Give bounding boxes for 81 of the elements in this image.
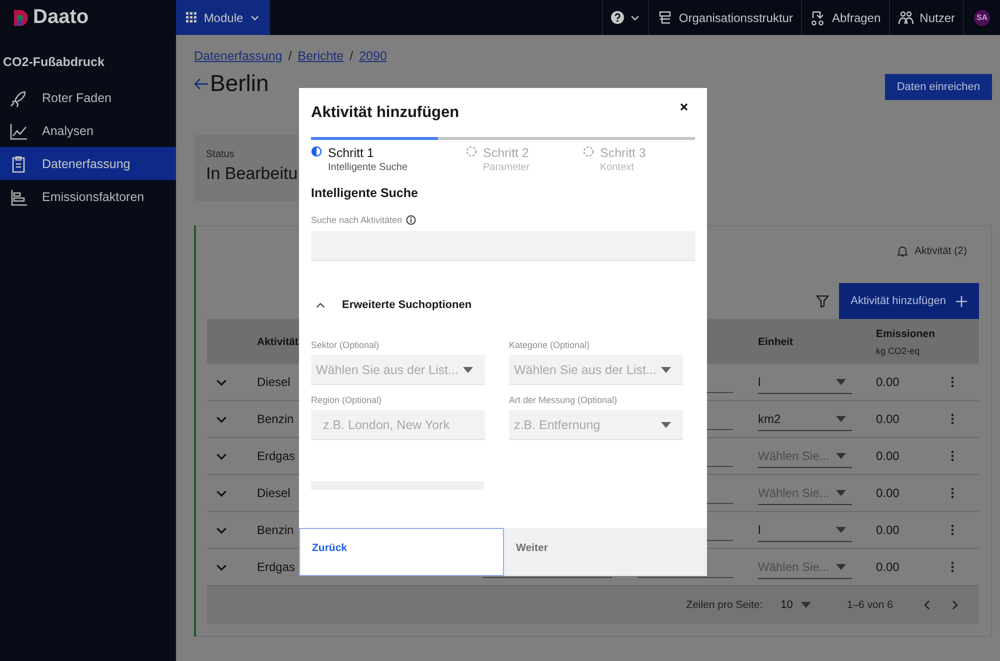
- nav-link[interactable]: Abfragen: [800, 0, 889, 35]
- unit-select[interactable]: l: [758, 518, 852, 542]
- field-label: Art der Messung (Optional): [509, 395, 618, 405]
- table-cell: Erdgas: [257, 449, 296, 463]
- table-cell: Benzin: [257, 412, 294, 426]
- sidebar-item[interactable]: Emissionsfaktoren: [0, 180, 176, 213]
- progress-step[interactable]: Schritt 2 Parameter: [466, 146, 530, 173]
- column-header: Aktivität: [257, 336, 298, 348]
- logo-text: Daato: [33, 6, 89, 29]
- table-cell-text: 0.00: [876, 560, 900, 574]
- caret-icon: [800, 602, 811, 608]
- user-avatar[interactable]: SA: [974, 10, 990, 26]
- sidebar-item[interactable]: Roter Faden: [0, 81, 176, 114]
- rows-per-page-select[interactable]: 10: [774, 598, 817, 612]
- status-label: Status: [206, 149, 234, 160]
- dialog-button[interactable]: Zurück: [299, 528, 504, 576]
- field-label: Region (Optional): [311, 395, 383, 405]
- plus-icon: [956, 296, 967, 306]
- users-icon: [898, 10, 914, 26]
- page-title: Berlin: [210, 70, 269, 97]
- breadcrumb-separator: /: [288, 48, 292, 62]
- column-header: Einheit: [758, 336, 794, 348]
- table-cell-text: 0.00: [876, 486, 900, 500]
- activity-notifications[interactable]: Aktivität (2): [914, 245, 967, 257]
- unit-select[interactable]: km2: [758, 407, 852, 431]
- breadcrumb-link[interactable]: Datenerfassung: [194, 48, 282, 62]
- table-cell: Benzin: [257, 523, 294, 537]
- table-cell-text: 0.00: [876, 412, 900, 426]
- field-label: Kategorie (Optional): [509, 340, 591, 350]
- hierarchy-icon: [656, 10, 673, 26]
- table-cell-text: 0.00: [876, 375, 900, 389]
- filter-icon[interactable]: [816, 294, 829, 308]
- module-menu[interactable]: Module: [176, 0, 270, 35]
- nav-link[interactable]: Nutzer: [888, 0, 963, 35]
- nav-link[interactable]: Organisationsstruktur: [648, 0, 801, 35]
- submit-button[interactable]: Daten einreichen: [884, 74, 992, 100]
- add-activity-button[interactable]: Aktivität hinzufügen: [838, 283, 979, 319]
- half-circle-icon: [311, 146, 322, 157]
- table-cell: Erdgas: [257, 560, 296, 574]
- caret-icon: [836, 526, 846, 532]
- bell-icon: [897, 245, 908, 257]
- caret-icon: [463, 366, 473, 372]
- field-label: Suche nach Aktivitäten: [311, 215, 402, 225]
- table-cell-text: 0.00: [876, 523, 900, 537]
- field-label: Sektor (Optional): [311, 340, 380, 350]
- unit-select[interactable]: l: [758, 370, 852, 394]
- table-cell: Diesel: [257, 375, 290, 389]
- logo-icon: [14, 10, 28, 26]
- sidebar-item[interactable]: Analysen: [0, 114, 176, 147]
- breadcrumb-link[interactable]: Berichte: [298, 48, 344, 62]
- search-field[interactable]: [311, 231, 695, 261]
- table-cell: Diesel: [257, 486, 290, 500]
- page-range: 1–6 von 6: [846, 599, 893, 611]
- caret-icon: [836, 416, 846, 422]
- sidebar-item[interactable]: Datenerfassung: [0, 147, 176, 180]
- table-cell-text: 0.00: [876, 449, 900, 463]
- caret-icon: [836, 452, 846, 458]
- grid-icon: [186, 12, 197, 23]
- help-icon: [610, 11, 624, 24]
- download-icon: [810, 10, 826, 26]
- back-arrow-icon[interactable]: [194, 78, 208, 90]
- caret-icon: [661, 422, 671, 428]
- progress-step[interactable]: Schritt 3 Kontext: [583, 146, 646, 173]
- section-title: Intelligente Suche: [311, 186, 419, 200]
- column-subheader: kg CO2-eq: [876, 346, 921, 356]
- status-value: In Bearbeitu: [206, 164, 298, 183]
- dialog-title: Aktivität hinzufügen: [311, 104, 460, 123]
- column-header: Emissionen: [876, 328, 936, 340]
- caret-icon: [661, 366, 671, 372]
- caret-icon: [836, 490, 846, 496]
- caret-icon: [836, 564, 846, 570]
- breadcrumb-separator: /: [350, 48, 354, 62]
- caret-icon: [836, 378, 846, 384]
- breadcrumb-link[interactable]: 2090: [359, 48, 387, 62]
- sidebar-title: CO2-Fußabdruck: [2, 54, 106, 69]
- info-icon[interactable]: [406, 215, 416, 225]
- dashed-circle-icon: [466, 146, 477, 157]
- progress-step[interactable]: Schritt 1 Intelligente Suche: [311, 146, 408, 173]
- dashed-circle-icon: [583, 146, 594, 157]
- rows-per-page-label: Zeilen pro Seite:: [686, 599, 763, 611]
- advanced-options-toggle[interactable]: Erweiterte Suchoptionen: [311, 299, 472, 311]
